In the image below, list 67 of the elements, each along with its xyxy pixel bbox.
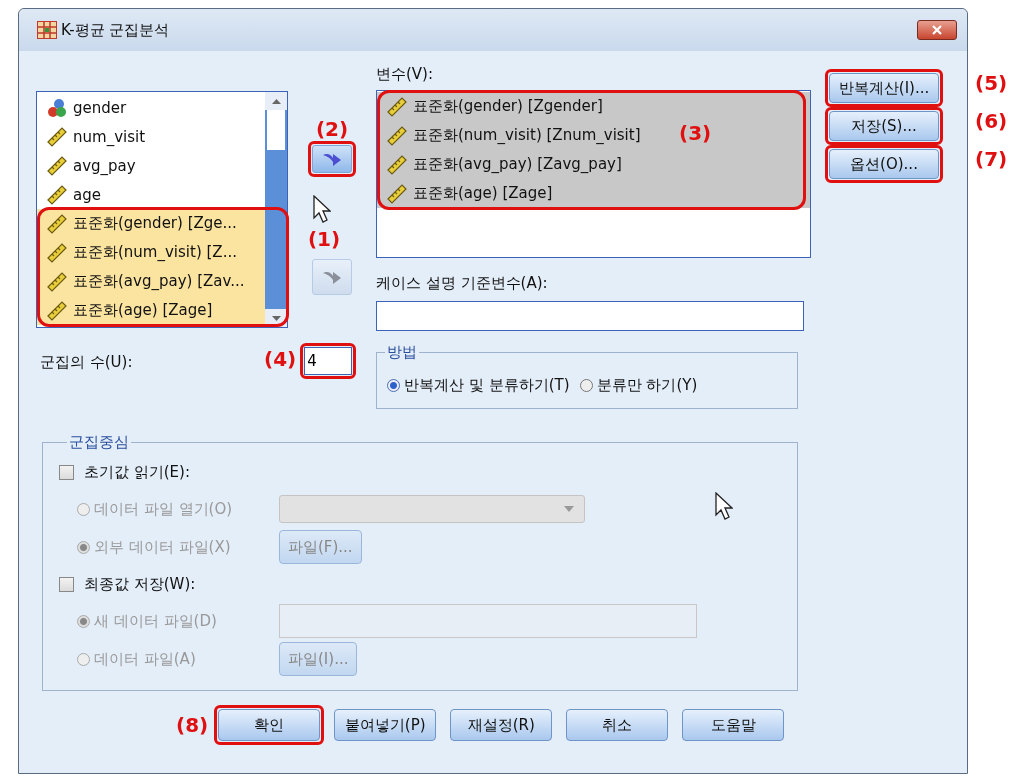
list-item[interactable]: age: [37, 180, 265, 209]
checkbox-option[interactable]: 초기값 읽기(E):: [59, 454, 797, 490]
cursor-icon: [715, 492, 733, 520]
ruler-icon: [47, 126, 67, 147]
ruler-icon: [47, 300, 67, 321]
nominal-icon: [47, 97, 67, 118]
dialog-button[interactable]: 옵션(O)...: [829, 149, 939, 179]
cursor-icon: [313, 195, 331, 223]
annotation-number: (2): [315, 117, 349, 141]
dialog-button[interactable]: 확인: [218, 709, 321, 741]
list-item[interactable]: 표준화(gender) [Zge...: [37, 209, 265, 238]
caret-icon: [564, 506, 574, 512]
dialog-button[interactable]: 반복계산(I)...: [829, 73, 939, 103]
close-button[interactable]: [917, 20, 957, 40]
case-label: 케이스 설명 기준변수(A):: [376, 274, 549, 293]
list-item[interactable]: 표준화(gender) [Zgender]: [377, 92, 810, 121]
scroll-up-icon[interactable]: [271, 98, 281, 104]
radio-option[interactable]: 반복계산 및 분류하기(T): [387, 376, 570, 395]
radio-button[interactable]: [579, 379, 593, 392]
variables-label: 변수(V):: [376, 65, 435, 84]
checkbox-option[interactable]: 최종값 저장(W):: [59, 566, 797, 602]
cluster-count-field[interactable]: 4: [304, 347, 353, 375]
ruler-icon: [387, 96, 407, 117]
dialog-button[interactable]: 재설정(R): [450, 709, 553, 741]
list-item[interactable]: gender: [37, 93, 265, 122]
annotation-number: (6): [975, 109, 1008, 133]
list-item[interactable]: 표준화(age) [Zage]: [37, 296, 265, 325]
ruler-icon: [47, 155, 67, 176]
list-item[interactable]: 표준화(avg_pay) [Zavg_pay]: [377, 150, 810, 179]
dialog-button[interactable]: 붙여넣기(P): [334, 709, 437, 741]
dialog-button[interactable]: 취소: [566, 709, 669, 741]
annotation-number: (4): [264, 347, 297, 371]
annotation-number: (5): [975, 71, 1008, 95]
window-title: K-평균 군집분석: [61, 20, 170, 40]
ruler-icon: [47, 184, 67, 205]
ruler-icon: [387, 154, 407, 175]
scroll-thumb[interactable]: [267, 110, 285, 150]
annotation-number: (7): [975, 147, 1008, 171]
scroll-down-icon[interactable]: [271, 315, 281, 321]
list-item[interactable]: 표준화(age) [Zage]: [377, 179, 810, 208]
grid-icon: [37, 21, 57, 39]
close-icon: [931, 25, 943, 35]
dialog-button[interactable]: 도움말: [682, 709, 785, 741]
annotation-number: (1): [307, 227, 341, 251]
checkbox[interactable]: [59, 464, 74, 480]
ruler-icon: [47, 242, 67, 263]
group-title: 방법: [386, 343, 419, 362]
ruler-icon: [387, 183, 407, 204]
cluster-count-label: 군집의 수(U):: [40, 353, 134, 372]
arrow-icon: [322, 269, 342, 285]
dialog-button[interactable]: 저장(S)...: [829, 111, 939, 141]
checkbox[interactable]: [59, 576, 74, 592]
input-field[interactable]: [376, 301, 804, 331]
arrow-icon: [322, 151, 342, 167]
ruler-icon: [47, 271, 67, 292]
list-item[interactable]: avg_pay: [37, 151, 265, 180]
group-title: 군집중심: [68, 433, 130, 452]
radio-option[interactable]: 분류만 하기(Y): [579, 376, 698, 395]
list-item[interactable]: num_visit: [37, 122, 265, 151]
annotation-number: (3): [679, 121, 712, 145]
annotation-number: (8): [176, 713, 209, 737]
list-item[interactable]: 표준화(num_visit) [Z...: [37, 238, 265, 267]
scrollbar[interactable]: [265, 92, 287, 327]
list-item[interactable]: 표준화(avg_pay) [Zav...: [37, 267, 265, 296]
ruler-icon: [47, 213, 67, 234]
radio-button[interactable]: [387, 379, 401, 392]
ruler-icon: [387, 125, 407, 146]
